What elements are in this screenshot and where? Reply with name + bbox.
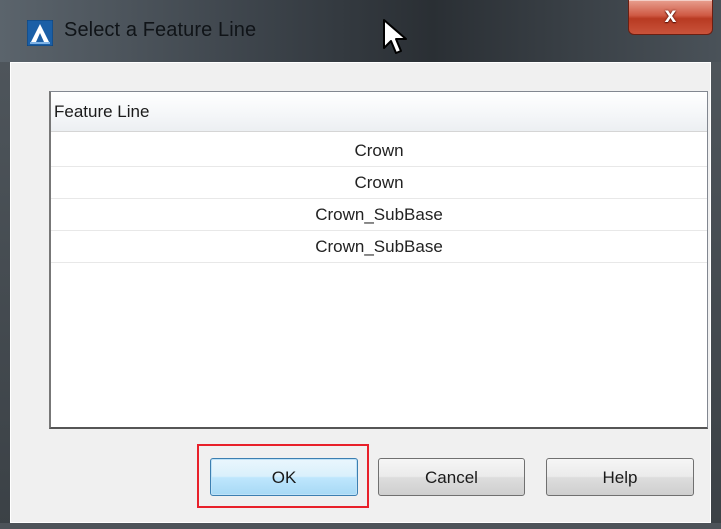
dialog-body: Feature Line Crown Crown Crown_SubBase C… — [11, 63, 710, 522]
close-icon: x — [664, 4, 677, 27]
list-rows: Crown Crown Crown_SubBase Crown_SubBase — [51, 135, 707, 263]
cancel-button[interactable]: Cancel — [378, 458, 525, 496]
window-frame-bottom — [0, 523, 721, 529]
ok-button[interactable]: OK — [210, 458, 358, 496]
dialog-window: Select a Feature Line x Feature Line Cro… — [0, 0, 721, 529]
list-item[interactable]: Crown_SubBase — [51, 231, 707, 263]
help-button[interactable]: Help — [546, 458, 694, 496]
dialog-client-area: Feature Line Crown Crown Crown_SubBase C… — [10, 62, 711, 523]
column-header-feature-line[interactable]: Feature Line — [54, 102, 149, 122]
list-item[interactable]: Crown — [51, 135, 707, 167]
list-header[interactable]: Feature Line — [51, 92, 707, 132]
list-item[interactable]: Crown — [51, 167, 707, 199]
feature-line-list[interactable]: Feature Line Crown Crown Crown_SubBase C… — [49, 91, 708, 429]
app-icon — [27, 20, 53, 46]
close-button[interactable]: x — [628, 0, 713, 35]
title-bar[interactable]: Select a Feature Line x — [0, 0, 721, 62]
dialog-title: Select a Feature Line — [64, 19, 257, 41]
mouse-pointer-icon — [383, 19, 407, 54]
list-item[interactable]: Crown_SubBase — [51, 199, 707, 231]
